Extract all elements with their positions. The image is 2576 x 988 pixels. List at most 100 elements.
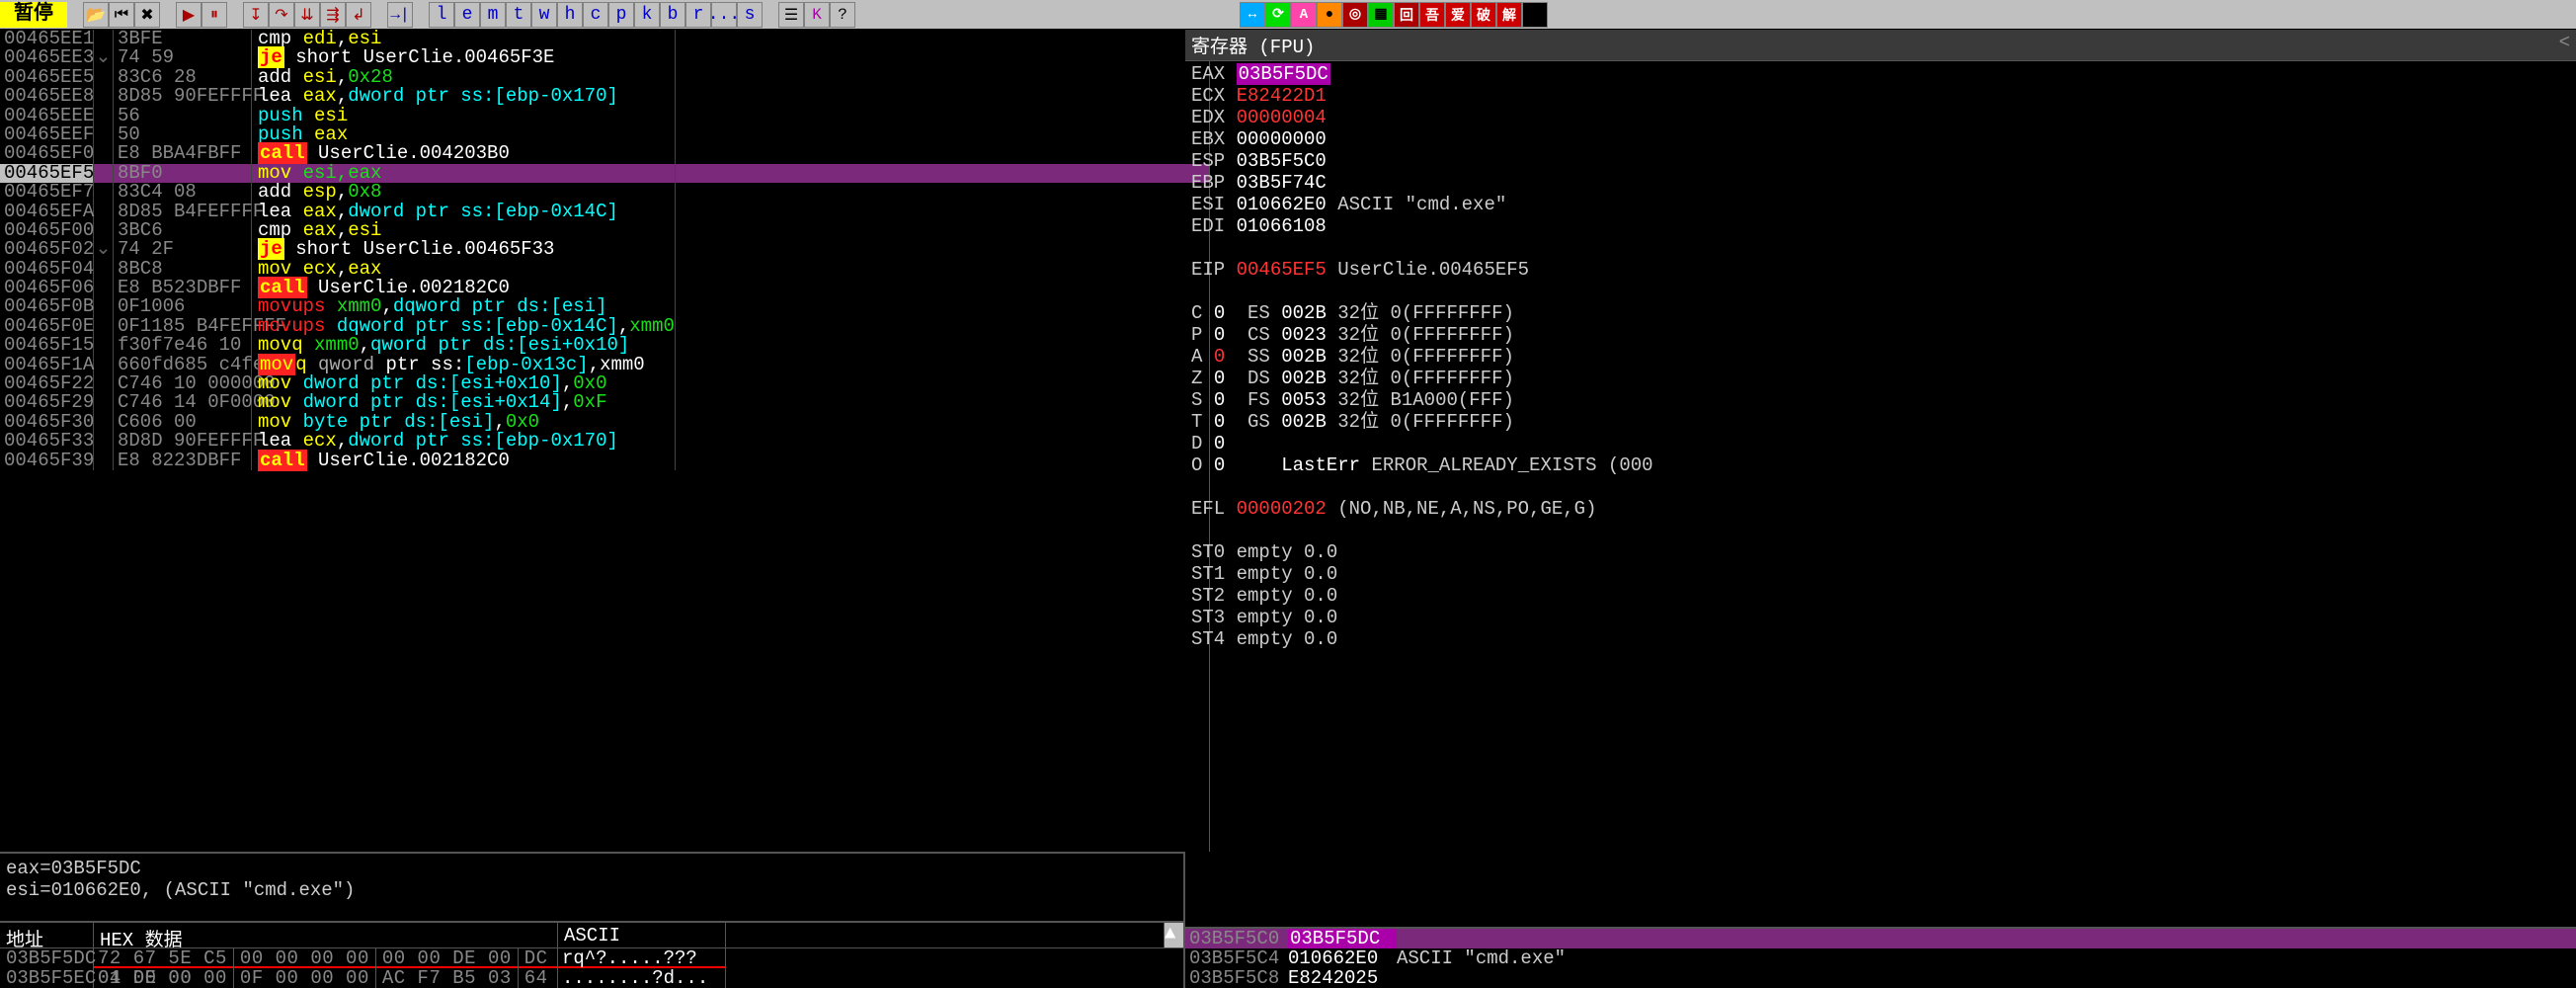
breakpoint-cell[interactable]: ⌄ [94,240,114,259]
breakpoint-cell[interactable] [94,393,114,412]
stack-row[interactable]: 03B5F5C8E8242025 [1185,968,2576,988]
disasm-row[interactable]: 00465F39E8 8223DBFFcall UserClie.002182C… [0,452,1209,470]
step-into-icon[interactable]: ↧ [243,2,269,28]
window-b-button[interactable]: b [660,2,685,28]
window-w-button[interactable]: w [531,2,557,28]
stack-view[interactable]: 03B5F5C003B5F5DC03B5F5C4010662E0 ASCII "… [1185,927,2576,988]
pause-icon[interactable]: ⏸ [201,2,227,28]
step-over-icon[interactable]: ↷ [269,2,294,28]
register-ECX[interactable]: ECX E82422D1 [1191,85,2570,107]
register-ESP[interactable]: ESP 03B5F5C0 [1191,150,2570,172]
plugin-button-4[interactable]: ◎ [1342,2,1368,28]
breakpoint-cell[interactable] [94,203,114,221]
trace-over-icon[interactable]: ⇶ [320,2,346,28]
run-icon[interactable]: ▶ [176,2,201,28]
register-EDI[interactable]: EDI 01066108 [1191,215,2570,237]
flag-Z[interactable]: Z 0 DS 002B 32位 0(FFFFFFFF) [1191,368,2570,389]
registers-view[interactable]: EAX 03B5F5DCECX E82422D1EDX 00000004EBX … [1185,61,2576,927]
disasm-row[interactable]: 00465F338D8D 90FEFFFFlea ecx,dword ptr s… [0,432,1209,451]
plugin-button-2[interactable]: A [1291,2,1317,28]
breakpoint-cell[interactable] [94,125,114,144]
plugin-button-0[interactable]: ↔ [1240,2,1265,28]
fpu-st3[interactable]: ST3 empty 0.0 [1191,607,2570,628]
fpu-st2[interactable]: ST2 empty 0.0 [1191,585,2570,607]
flag-D[interactable]: D 0 [1191,433,2570,454]
register-EAX[interactable]: EAX 03B5F5DC [1191,63,2570,85]
stack-row[interactable]: 03B5F5C4010662E0 ASCII "cmd.exe" [1185,948,2576,968]
breakpoint-cell[interactable] [94,183,114,202]
breakpoint-cell[interactable] [94,68,114,87]
breakpoint-cell[interactable] [94,317,114,336]
help-icon[interactable]: ? [830,2,855,28]
breakpoint-cell[interactable] [94,413,114,432]
window-...-button[interactable]: ... [711,2,737,28]
fpu-st1[interactable]: ST1 empty 0.0 [1191,563,2570,585]
collapse-icon[interactable]: < [2559,32,2570,58]
disasm-row[interactable]: 00465F02⌄74 2Fje short UserClie.00465F33 [0,240,1209,259]
disasm-row[interactable]: 00465EE13BFEcmp edi,esi [0,30,1209,48]
list-icon[interactable]: ☰ [778,2,804,28]
flag-A[interactable]: A 0 SS 002B 32位 0(FFFFFFFF) [1191,346,2570,368]
window-e-button[interactable]: e [454,2,480,28]
dump-row[interactable]: 03B5F5EC04 00 00 000F 00 00 00AC F7 B5 0… [0,968,1183,988]
window-t-button[interactable]: t [506,2,531,28]
run-to-return-icon[interactable]: ↲ [346,2,371,28]
window-m-button[interactable]: m [480,2,506,28]
disasm-row[interactable]: 00465EEE56push esi [0,107,1209,125]
breakpoint-cell[interactable] [94,279,114,297]
window-c-button[interactable]: c [583,2,608,28]
breakpoint-cell[interactable] [94,336,114,355]
flag-O[interactable]: O 0 LastErr ERROR_ALREADY_EXISTS (000 [1191,454,2570,476]
breakpoint-cell[interactable] [94,107,114,125]
flag-C[interactable]: C 0 ES 002B 32位 0(FFFFFFFF) [1191,302,2570,324]
disasm-row[interactable]: 00465EFA8D85 B4FEFFFFlea eax,dword ptr s… [0,203,1209,221]
breakpoint-cell[interactable] [94,144,114,163]
breakpoint-cell[interactable] [94,432,114,451]
plugin-button-1[interactable]: ⟳ [1265,2,1291,28]
plugin-button-11[interactable] [1522,2,1548,28]
register-EDX[interactable]: EDX 00000004 [1191,107,2570,128]
stack-row[interactable]: 03B5F5C003B5F5DC [1185,929,2576,948]
breakpoint-cell[interactable] [94,260,114,279]
disasm-row[interactable]: 00465EE3⌄74 59je short UserClie.00465F3E [0,48,1209,67]
disassembly-view[interactable]: 00465EE13BFEcmp edi,esi00465EE3⌄74 59je … [0,30,1209,852]
plugin-icon[interactable]: K [804,2,830,28]
plugin-button-10[interactable]: 解 [1496,2,1522,28]
breakpoint-cell[interactable] [94,164,114,183]
plugin-button-3[interactable]: ● [1317,2,1342,28]
window-s-button[interactable]: s [737,2,763,28]
breakpoint-cell[interactable] [94,87,114,106]
breakpoint-cell[interactable] [94,297,114,316]
flag-P[interactable]: P 0 CS 0023 32位 0(FFFFFFFF) [1191,324,2570,346]
open-file-icon[interactable]: 📂 [83,2,109,28]
register-EBP[interactable]: EBP 03B5F74C [1191,172,2570,194]
breakpoint-cell[interactable]: ⌄ [94,48,114,67]
hex-dump[interactable]: 地址 HEX 数据 ASCII ▲ 03B5F5DC72 67 5E C500 … [0,921,1183,988]
breakpoint-cell[interactable] [94,374,114,393]
registers-header[interactable]: 寄存器 (FPU) < [1185,30,2576,61]
flag-T[interactable]: T 0 GS 002B 32位 0(FFFFFFFF) [1191,411,2570,433]
plugin-button-7[interactable]: 吾 [1419,2,1445,28]
fpu-st4[interactable]: ST4 empty 0.0 [1191,628,2570,650]
register-ESI[interactable]: ESI 010662E0 ASCII "cmd.exe" [1191,194,2570,215]
plugin-button-5[interactable]: ▦ [1368,2,1394,28]
trace-into-icon[interactable]: ⇊ [294,2,320,28]
disasm-row[interactable]: 00465EE88D85 90FEFFFFlea eax,dword ptr s… [0,87,1209,106]
rewind-icon[interactable]: ⏮ [109,2,134,28]
breakpoint-cell[interactable] [94,356,114,374]
fpu-st0[interactable]: ST0 empty 0.0 [1191,541,2570,563]
window-h-button[interactable]: h [557,2,583,28]
plugin-button-8[interactable]: 爱 [1445,2,1471,28]
dump-row[interactable]: 03B5F5DC72 67 5E C500 00 00 0000 00 DE 0… [0,948,1183,968]
disasm-row[interactable]: 00465F29C746 14 0F0000mov dword ptr ds:[… [0,393,1209,412]
plugin-button-6[interactable]: 回 [1394,2,1419,28]
goto-icon[interactable]: →| [387,2,413,28]
close-icon[interactable]: ✖ [134,2,160,28]
disasm-row[interactable]: 00465EF0E8 BBA4FBFFcall UserClie.004203B… [0,144,1209,163]
dump-scrollbar-up[interactable]: ▲ [1164,923,1183,947]
register-EFL[interactable]: EFL 00000202 (NO,NB,NE,A,NS,PO,GE,G) [1191,498,2570,520]
flag-S[interactable]: S 0 FS 0053 32位 B1A000(FFF) [1191,389,2570,411]
register-EBX[interactable]: EBX 00000000 [1191,128,2570,150]
plugin-button-9[interactable]: 破 [1471,2,1496,28]
window-l-button[interactable]: l [429,2,454,28]
